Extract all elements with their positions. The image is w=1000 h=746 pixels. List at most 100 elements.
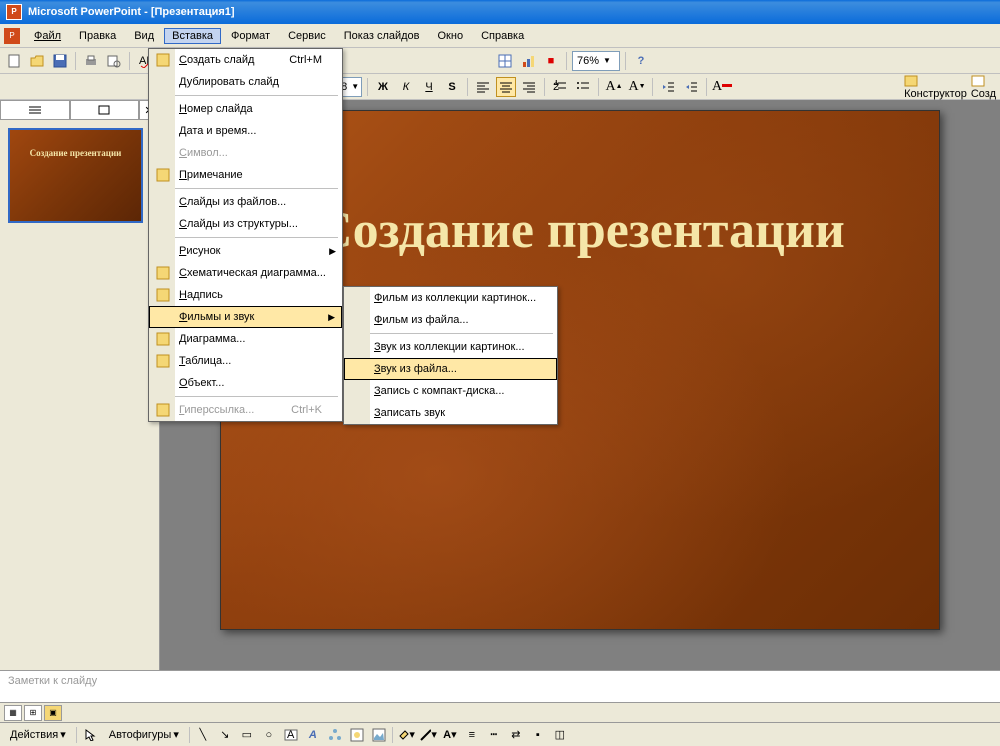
shadow-tool[interactable]: ▪ [529,726,547,744]
notes-placeholder: Заметки к слайду [8,675,97,687]
menu-format[interactable]: Формат [223,28,278,44]
menu-item[interactable]: Схематическая диаграмма... [149,262,342,284]
preview-button[interactable] [104,51,124,71]
menu-item[interactable]: Звук из коллекции картинок... [344,336,557,358]
bold-button[interactable]: Ж [373,77,393,97]
zoom-combo[interactable]: 76%▼ [572,51,620,71]
hyperlink-icon [155,402,171,418]
menu-tools[interactable]: Сервис [280,28,334,44]
decrease-font-button[interactable]: A▼ [627,77,647,97]
color-button[interactable]: ■ [541,51,561,71]
wordart-tool[interactable]: A [304,726,322,744]
bullets-button[interactable] [573,77,593,97]
align-right-button[interactable] [519,77,539,97]
underline-button[interactable]: Ч [419,77,439,97]
menu-item[interactable]: Надпись [149,284,342,306]
menu-item[interactable]: Рисунок▶ [149,240,342,262]
designer-button[interactable]: Конструктор [904,74,967,100]
italic-button[interactable]: К [396,77,416,97]
save-button[interactable] [50,51,70,71]
print-button[interactable] [81,51,101,71]
select-tool[interactable] [81,726,99,744]
arrow-tool[interactable]: ↘ [216,726,234,744]
menu-item[interactable]: Фильмы и звук▶ [149,306,342,328]
menu-item[interactable]: Слайды из файлов... [149,191,342,213]
chart-icon [155,331,171,347]
dash-style-tool[interactable]: ┅ [485,726,503,744]
align-left-button[interactable] [473,77,493,97]
menu-view[interactable]: Вид [126,28,162,44]
menu-slideshow[interactable]: Показ слайдов [336,28,428,44]
menu-item[interactable]: Фильм из коллекции картинок... [344,287,557,309]
menu-item[interactable]: Дублировать слайд [149,71,342,93]
arrow-style-tool[interactable]: ⇄ [507,726,525,744]
textbox-icon [155,287,171,303]
sorter-view-button[interactable]: ⊞ [24,705,42,721]
menu-item[interactable]: Диаграмма... [149,328,342,350]
rectangle-tool[interactable]: ▭ [238,726,256,744]
menu-item[interactable]: Звук из файла... [344,358,557,380]
slides-tab[interactable] [70,100,140,120]
decrease-indent-button[interactable] [658,77,678,97]
powerpoint-icon: P [6,4,22,20]
doc-icon: P [4,28,20,44]
increase-font-button[interactable]: A▲ [604,77,624,97]
menu-file[interactable]: Файл [26,28,69,44]
menu-item[interactable]: Создать слайдCtrl+M [149,49,342,71]
new-slide-button[interactable]: Созд [971,74,996,100]
slides-panel: ✕ 1 Создание презентации [0,100,160,670]
slide-thumbnail-1[interactable]: Создание презентации [8,128,143,223]
insert-menu-dropdown: Создать слайдCtrl+MДублировать слайд Номе… [148,48,343,422]
menu-help[interactable]: Справка [473,28,532,44]
align-center-button[interactable] [496,77,516,97]
outline-tab[interactable] [0,100,70,120]
diagram-icon [155,265,171,281]
svg-text:2: 2 [553,81,559,93]
autoshapes-menu[interactable]: Автофигуры ▾ [103,726,185,743]
menubar: P Файл Правка Вид Вставка Формат Сервис … [0,24,1000,48]
fill-color-tool[interactable]: ▾ [397,726,415,744]
menu-item[interactable]: Таблица... [149,350,342,372]
picture-tool[interactable] [370,726,388,744]
diagram-tool[interactable] [326,726,344,744]
menu-item[interactable]: Записать звук [344,402,557,424]
line-color-tool[interactable]: ▾ [419,726,437,744]
numbering-button[interactable]: 12 [550,77,570,97]
menu-item[interactable]: Номер слайда [149,98,342,120]
font-color-tool[interactable]: A ▾ [441,726,459,744]
menu-item[interactable]: Запись с компакт-диска... [344,380,557,402]
clipart-tool[interactable] [348,726,366,744]
actions-menu[interactable]: Действия ▾ [4,726,72,743]
chart-button[interactable] [518,51,538,71]
drawing-toolbar: Действия ▾ Автофигуры ▾ ╲ ↘ ▭ ○ A A ▾ ▾ … [0,722,1000,746]
menu-item: Гиперссылка...Ctrl+K [149,399,342,421]
menu-item: Символ... [149,142,342,164]
normal-view-button[interactable]: ▦ [4,705,22,721]
menu-edit[interactable]: Правка [71,28,124,44]
slideshow-view-button[interactable]: ▣ [44,705,62,721]
menu-item[interactable]: Фильм из файла... [344,309,557,331]
app-title: Microsoft PowerPoint [28,6,141,18]
textbox-tool[interactable]: A [282,726,300,744]
shadow-button[interactable]: S [442,77,462,97]
menu-window[interactable]: Окно [430,28,472,44]
menu-item[interactable]: Объект... [149,372,342,394]
open-button[interactable] [27,51,47,71]
notes-pane[interactable]: Заметки к слайду [0,670,1000,702]
3d-tool[interactable]: ◫ [551,726,569,744]
menu-item[interactable]: Слайды из структуры... [149,213,342,235]
font-color-button[interactable]: A [712,77,732,97]
new-slide-icon [155,52,171,68]
menu-insert[interactable]: Вставка [164,28,221,44]
menu-item[interactable]: Дата и время... [149,120,342,142]
tables-button[interactable] [495,51,515,71]
oval-tool[interactable]: ○ [260,726,278,744]
menu-item[interactable]: Примечание [149,164,342,186]
view-buttons: ▦ ⊞ ▣ [0,702,1000,722]
line-style-tool[interactable]: ≡ [463,726,481,744]
line-tool[interactable]: ╲ [194,726,212,744]
increase-indent-button[interactable] [681,77,701,97]
new-button[interactable] [4,51,24,71]
help-button[interactable]: ? [631,51,651,71]
table-icon [155,353,171,369]
